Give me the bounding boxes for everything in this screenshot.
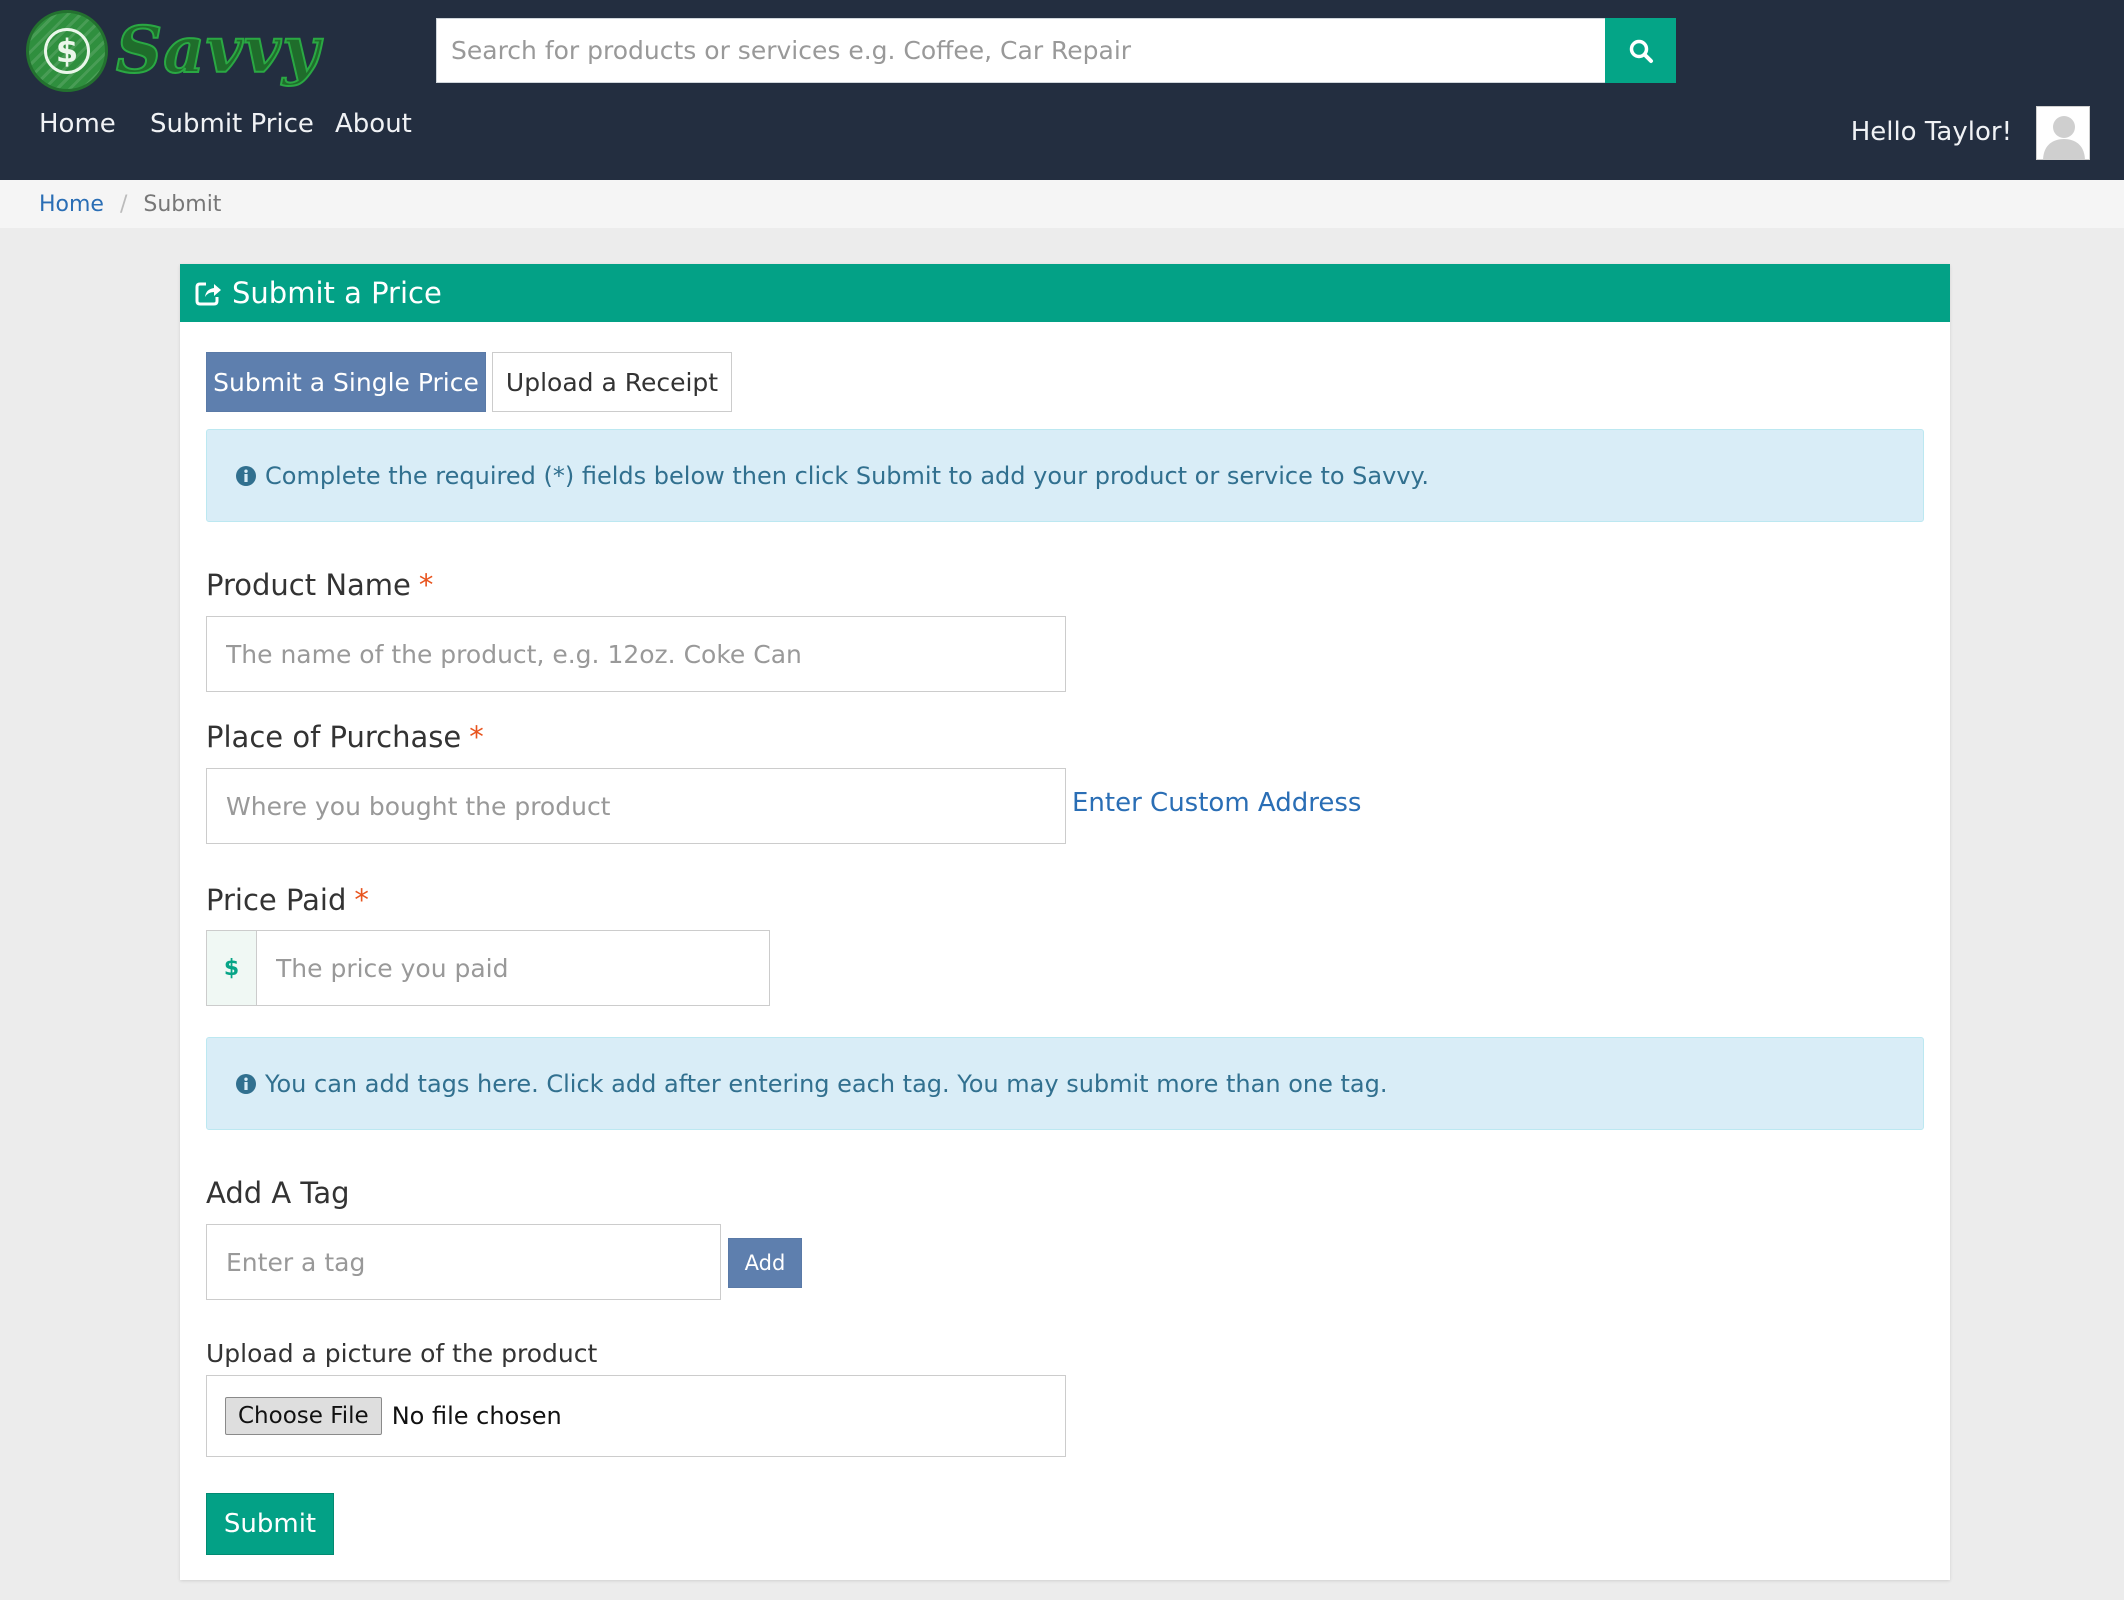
tab-submit-single-price[interactable]: Submit a Single Price [206,352,486,412]
breadcrumb-home-link[interactable]: Home [39,192,104,217]
share-square-icon [195,282,221,306]
submit-price-card: Submit a Price Submit a Single Price Upl… [180,264,1950,1580]
required-mark: * [469,720,484,754]
required-fields-alert: Complete the required (*) fields below t… [206,429,1924,522]
add-tag-button[interactable]: Add [728,1238,802,1288]
enter-custom-address-link[interactable]: Enter Custom Address [1072,783,1361,823]
required-fields-alert-text: Complete the required (*) fields below t… [265,461,1429,490]
breadcrumb: Home / Submit [0,180,2124,228]
product-name-label-text: Product Name [206,568,411,602]
top-navbar: $ Savvy Home Submit Price About Hello Ta… [0,0,2124,180]
brand-name[interactable]: Savvy [115,10,320,92]
card-title: Submit a Price [232,276,442,310]
place-of-purchase-label-text: Place of Purchase [206,720,462,754]
tags-info-alert: You can add tags here. Click add after e… [206,1037,1924,1130]
price-paid-input[interactable] [256,930,770,1006]
required-mark: * [354,883,369,917]
price-paid-label-text: Price Paid [206,883,347,917]
place-of-purchase-label: Place of Purchase * [206,717,484,757]
price-paid-label: Price Paid * [206,880,369,920]
product-name-input[interactable] [206,616,1066,692]
logo-dollar-symbol: $ [44,28,90,74]
search-icon [1629,39,1653,63]
info-circle-icon [236,465,256,486]
nav-home-link[interactable]: Home [39,106,116,142]
nav-about-link[interactable]: About [335,106,412,142]
card-header: Submit a Price [180,264,1950,322]
search-input[interactable] [436,18,1606,83]
add-tag-label: Add A Tag [206,1176,350,1210]
tags-info-alert-text: You can add tags here. Click add after e… [265,1069,1388,1098]
currency-addon: $ [206,930,256,1006]
tab-upload-receipt[interactable]: Upload a Receipt [492,352,732,412]
required-mark: * [418,568,434,602]
savvy-logo-icon[interactable]: $ [26,10,108,92]
breadcrumb-current: Submit [143,191,222,217]
info-circle-icon [236,1073,256,1094]
user-placeholder-icon [2037,107,2089,159]
submit-button[interactable]: Submit [206,1493,334,1555]
product-name-label: Product Name * [206,565,433,605]
file-status-text: No file chosen [391,1402,562,1430]
nav-submit-price-link[interactable]: Submit Price [150,106,314,142]
breadcrumb-separator: / [119,191,128,217]
tag-input[interactable] [206,1224,721,1300]
place-of-purchase-input[interactable] [206,768,1066,844]
file-upload-field[interactable]: Choose File No file chosen [206,1375,1066,1457]
choose-file-button[interactable]: Choose File [225,1397,382,1435]
search-button[interactable] [1605,18,1676,83]
user-greeting: Hello Taylor! [1850,117,2012,147]
avatar[interactable] [2036,106,2090,160]
upload-picture-label: Upload a picture of the product [206,1339,598,1368]
